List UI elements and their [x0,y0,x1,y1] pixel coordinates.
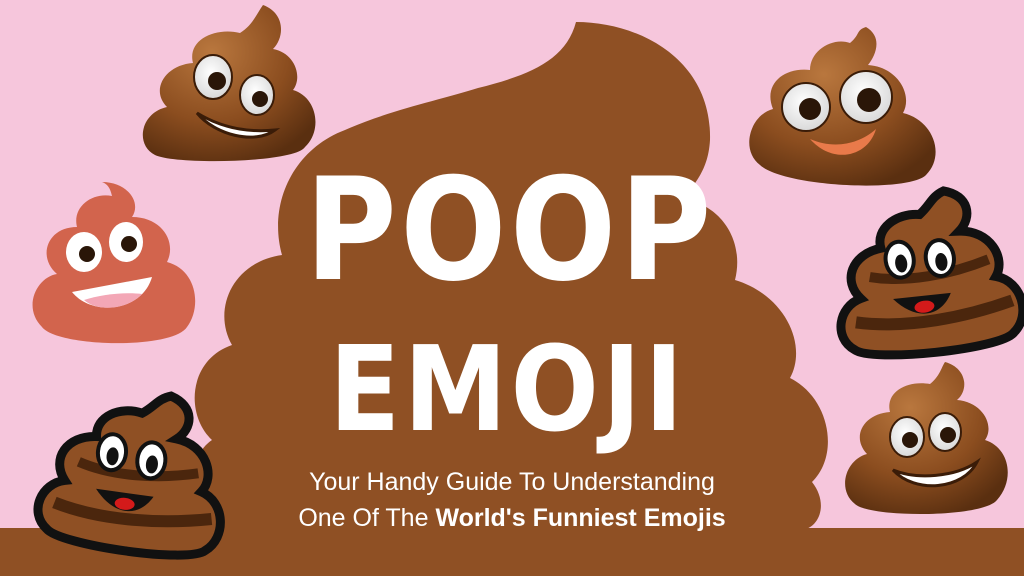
poop-emoji-icon-top-left [142,5,316,162]
title-line-emoji: EMOJI [329,320,687,458]
subtitle-line-1: Your Handy Guide To Understanding [309,468,715,496]
subtitle-bold: World's Funniest Emojis [435,504,726,532]
title-line-poop: POOP [305,148,715,313]
subtitle-line-2: One Of The World's Funniest Emojis [0,502,1024,534]
subtitle-prefix: One Of The [298,504,429,532]
